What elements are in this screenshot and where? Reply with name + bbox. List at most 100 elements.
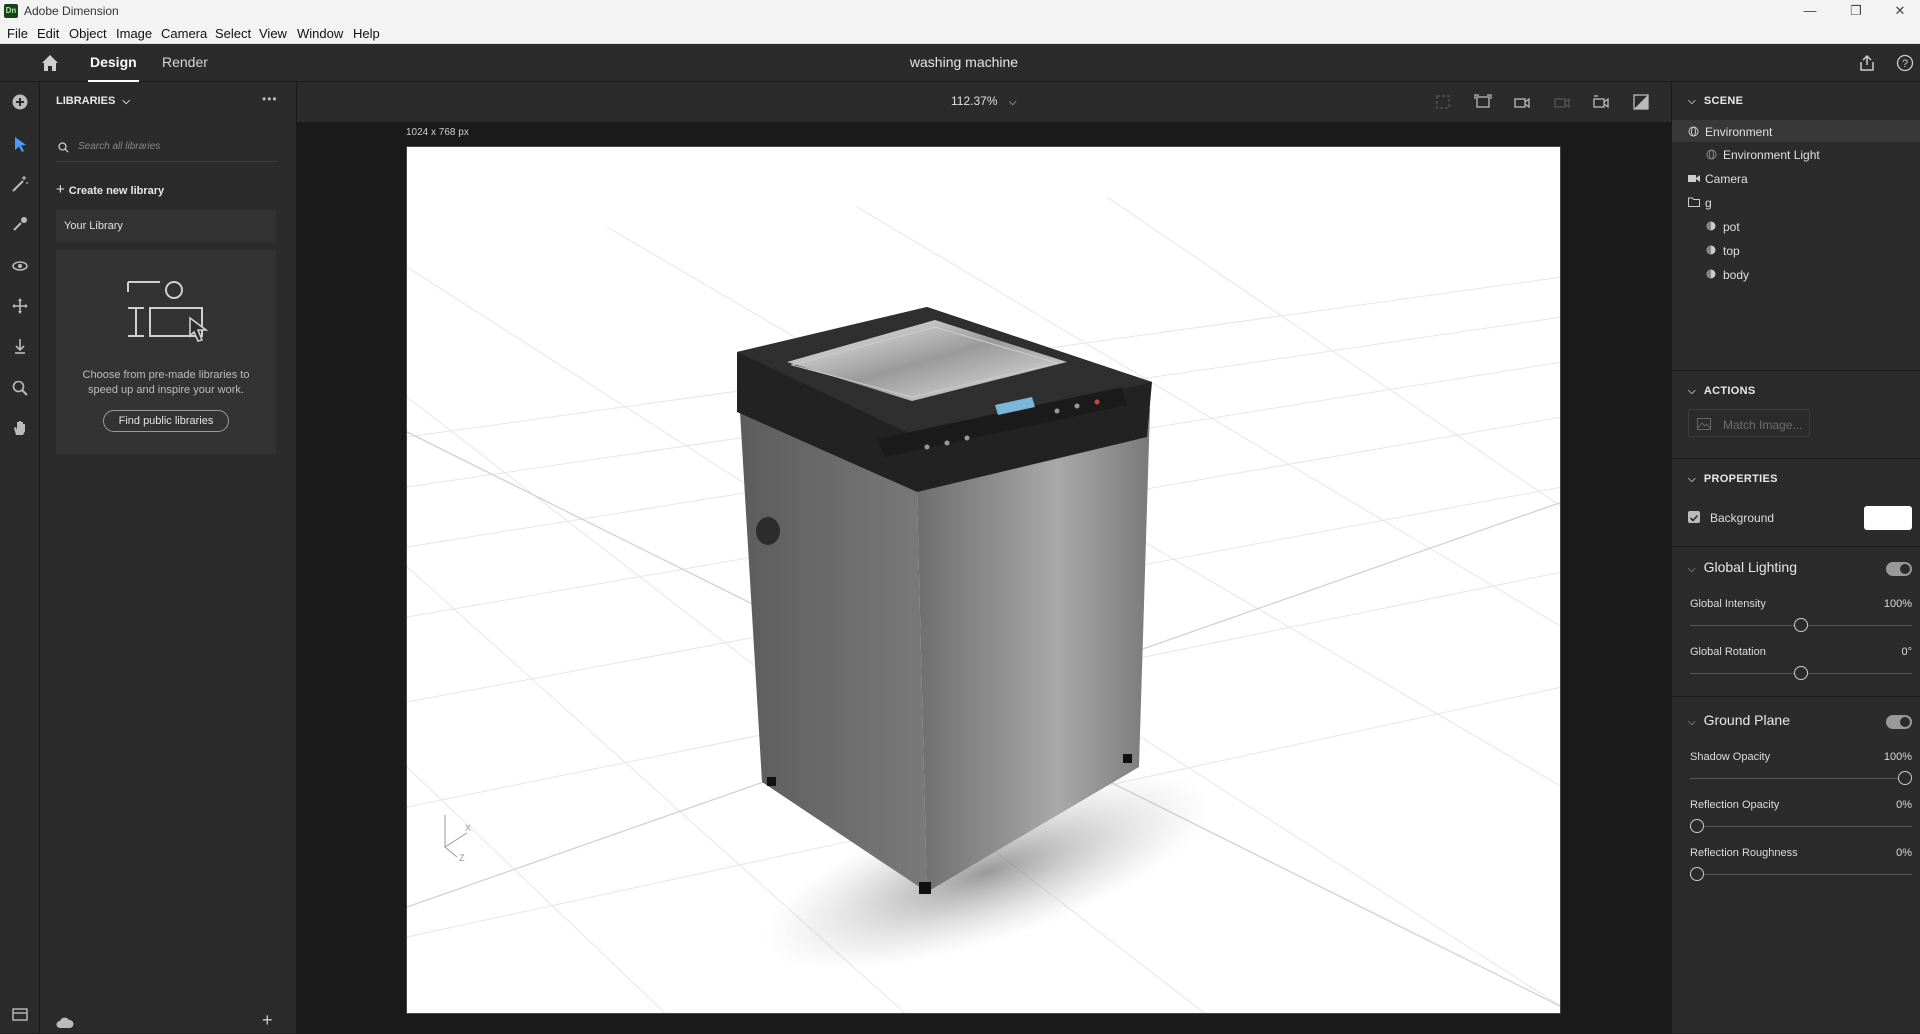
model-icon [1706,269,1716,279]
global-intensity-value: 100% [1883,598,1912,610]
ground-plane-header[interactable]: ⌵ Ground Plane [1688,712,1790,728]
menu-edit[interactable]: Edit [37,26,59,41]
menu-help[interactable]: Help [353,26,380,41]
reflection-roughness-knob[interactable] [1690,867,1704,881]
menu-image[interactable]: Image [116,26,152,41]
shadow-opacity-slider[interactable] [1690,778,1912,779]
share-icon[interactable] [1857,53,1877,78]
library-empty-message: Choose from pre-made libraries to speed … [56,368,276,398]
reflection-roughness-slider[interactable] [1690,874,1912,875]
library-empty-card: Choose from pre-made libraries to speed … [56,250,276,454]
hand-tool-icon[interactable] [8,416,32,440]
scene-item-pot[interactable]: pot [1672,216,1920,236]
scene-item-environment[interactable]: Environment [1672,120,1920,142]
scene-header-label: SCENE [1703,95,1744,107]
dolly-tool-icon[interactable] [8,334,32,358]
maximize-button[interactable]: ❐ [1834,0,1878,22]
libraries-dropdown[interactable]: LIBRARIES ⌵ [56,95,130,107]
background-label: Background [1710,511,1775,525]
menu-view[interactable]: View [259,26,287,41]
properties-section-header[interactable]: ⌵ PROPERTIES [1688,473,1778,485]
menu-window[interactable]: Window [297,26,343,41]
render-viewport[interactable]: X Z [406,146,1561,1014]
chevron-down-icon: ⌵ [1688,96,1696,107]
background-color-swatch[interactable] [1864,506,1912,530]
reflection-opacity-slider[interactable] [1690,826,1912,827]
global-lighting-title: Global Lighting [1703,559,1797,575]
divider [1672,546,1920,547]
canvas-area: 112.37% ⌵ 1024 x 768 px X Z [297,82,1671,1033]
more-options-icon[interactable]: ••• [262,92,278,106]
model-icon [1706,221,1716,231]
search-placeholder: Search all libraries [78,141,161,152]
reflection-opacity-knob[interactable] [1690,819,1704,833]
minimize-button[interactable]: — [1788,0,1832,22]
chevron-down-icon: ⌵ [1688,564,1696,575]
environment-label: Environment [1705,125,1773,139]
global-intensity-label: Global Intensity [1690,598,1766,610]
scene-item-camera[interactable]: Camera [1672,168,1920,188]
menu-bar: File Edit Object Image Camera Select Vie… [0,22,1920,44]
scene-item-environment-light[interactable]: Environment Light [1672,144,1920,164]
frame-all-icon[interactable] [1474,94,1492,115]
libraries-header: LIBRARIES [56,95,116,107]
menu-file[interactable]: File [7,26,28,41]
scene-item-top[interactable]: top [1672,240,1920,260]
global-rotation-value: 0° [1901,646,1912,658]
background-checkbox[interactable] [1688,511,1700,523]
global-lighting-header[interactable]: ⌵ Global Lighting [1688,559,1797,575]
tools-toolbar [0,82,40,1033]
global-rotation-knob[interactable] [1794,666,1808,680]
create-library-button[interactable]: + Create new library [56,181,164,198]
close-button[interactable]: ✕ [1878,0,1920,22]
reflection-opacity-value: 0% [1896,799,1912,811]
undo-camera-icon[interactable] [1553,94,1571,115]
global-lighting-toggle[interactable] [1886,562,1912,576]
add-library-icon[interactable]: + [262,1010,273,1031]
shadow-opacity-knob[interactable] [1898,771,1912,785]
select-tool-icon[interactable] [8,132,32,156]
scene-item-group[interactable]: g [1672,192,1920,212]
cloud-sync-icon[interactable] [56,1016,74,1034]
frame-selection-icon[interactable] [1435,94,1451,115]
reflection-roughness-value: 0% [1896,847,1912,859]
document-title: washing machine [909,54,1019,70]
render-preview-icon[interactable] [1633,94,1649,115]
scene-render: X Z [407,196,1560,1013]
reflection-opacity-label: Reflection Opacity [1690,799,1780,811]
add-content-icon[interactable] [8,90,32,114]
panels-icon[interactable] [8,1002,32,1026]
menu-camera[interactable]: Camera [161,26,207,41]
help-icon[interactable]: ? [1896,54,1914,77]
orbit-tool-icon[interactable] [8,254,32,278]
camera-bookmark-icon[interactable] [1513,94,1531,115]
divider [1672,370,1920,371]
empty-text-line-1: Choose from pre-made libraries to [82,369,250,381]
find-public-libraries-button[interactable]: Find public libraries [103,410,229,432]
shadow-opacity-label: Shadow Opacity [1690,751,1771,763]
magic-wand-icon[interactable] [8,172,32,196]
match-image-button[interactable]: Match Image... [1688,409,1810,437]
search-icon [58,142,69,153]
library-search-field[interactable]: Search all libraries [56,134,277,162]
zoom-level: 112.37% [951,94,998,108]
your-library-label: Your Library [64,220,123,232]
actions-section-header[interactable]: ⌵ ACTIONS [1688,385,1756,397]
svg-text:?: ? [1902,58,1908,70]
scene-section-header[interactable]: ⌵ SCENE [1688,95,1743,107]
zoom-dropdown[interactable]: 112.37% ⌵ [951,94,1016,108]
your-library-item[interactable]: Your Library [56,210,276,242]
axis-z-label: Z [459,853,465,863]
scene-item-body[interactable]: body [1672,264,1920,284]
global-intensity-knob[interactable] [1794,618,1808,632]
properties-header-label: PROPERTIES [1703,473,1778,485]
zoom-tool-icon[interactable] [8,376,32,400]
pan-tool-icon[interactable] [8,294,32,318]
menu-select[interactable]: Select [215,26,251,41]
plus-icon: + [56,181,65,198]
redo-camera-icon[interactable] [1592,94,1610,115]
sampler-tool-icon[interactable] [8,212,32,236]
menu-object[interactable]: Object [69,26,107,41]
ground-plane-toggle[interactable] [1886,715,1912,729]
ground-plane-title: Ground Plane [1703,712,1790,728]
